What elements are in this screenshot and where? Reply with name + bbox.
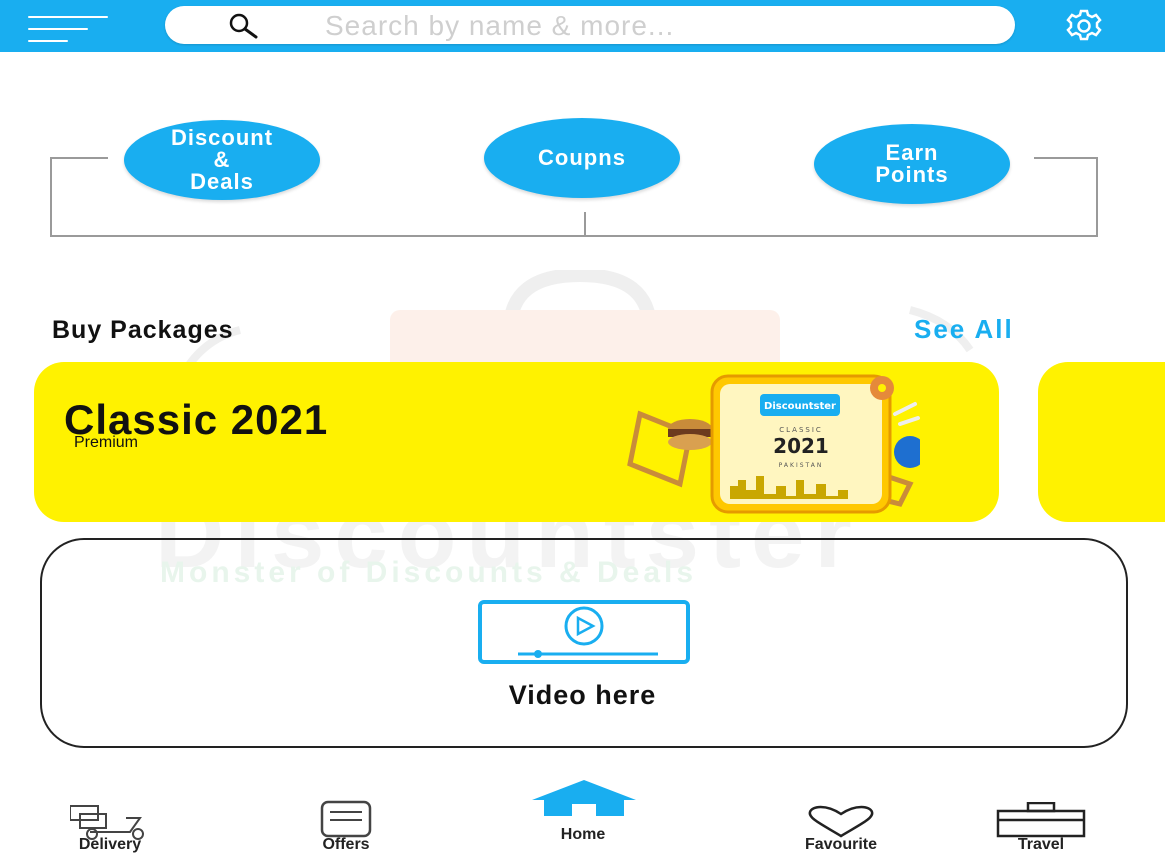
favourite-heart-icon xyxy=(808,805,874,838)
section-title: Buy Packages xyxy=(52,316,234,344)
nav-travel[interactable]: Travel xyxy=(986,798,1096,858)
offers-coupon-icon xyxy=(320,800,372,838)
gear-icon[interactable] xyxy=(1064,8,1104,44)
nav-travel-label: Travel xyxy=(1017,836,1065,853)
top-bar: Search by name & more... xyxy=(0,0,1165,52)
nav-offers-label: Offers xyxy=(322,836,370,853)
nav-home[interactable]: Home xyxy=(528,776,638,846)
discount-deals-label: Discount & Deals xyxy=(170,125,274,194)
menu-icon[interactable] xyxy=(28,14,110,44)
nav-home-label: Home xyxy=(560,826,606,843)
search-input[interactable]: Search by name & more... xyxy=(325,10,674,42)
phone-year-text: 2021 xyxy=(773,434,829,458)
earn-points-button[interactable]: Earn Points xyxy=(814,124,1010,204)
phone-brand-text: Discountster xyxy=(764,401,836,412)
package-card[interactable]: Classic 2021 Premium Discountster CLASSI… xyxy=(34,362,999,522)
phone-edition-text: CLASSIC xyxy=(779,426,823,434)
nav-delivery-label: Delivery xyxy=(78,836,142,853)
video-label: Video here xyxy=(508,680,657,710)
nav-favourite-label: Favourite xyxy=(804,836,877,853)
phone-country-text: PAKISTAN xyxy=(779,462,824,469)
home-icon xyxy=(532,780,636,816)
travel-briefcase-icon xyxy=(996,802,1086,838)
earn-points-label: Earn Points xyxy=(875,140,949,187)
delivery-scooter-icon xyxy=(70,805,144,840)
discount-deals-button[interactable]: Discount & Deals xyxy=(124,120,320,200)
coupons-label: Coupns xyxy=(538,145,626,170)
nav-favourite[interactable]: Favourite xyxy=(776,800,906,858)
see-all-link[interactable]: See All xyxy=(914,314,1014,345)
package-phone-illustration: Discountster CLASSIC 2021 PAKISTAN xyxy=(627,374,920,514)
nav-delivery[interactable]: Delivery xyxy=(60,798,160,858)
nav-offers[interactable]: Offers xyxy=(296,798,396,858)
package-card-next[interactable] xyxy=(1038,362,1165,522)
search-bar[interactable]: Search by name & more... xyxy=(165,6,1015,44)
play-video-icon[interactable] xyxy=(478,600,690,664)
package-subtitle: Premium xyxy=(74,434,139,451)
search-icon xyxy=(229,13,258,39)
coupons-button[interactable]: Coupns xyxy=(484,118,680,198)
